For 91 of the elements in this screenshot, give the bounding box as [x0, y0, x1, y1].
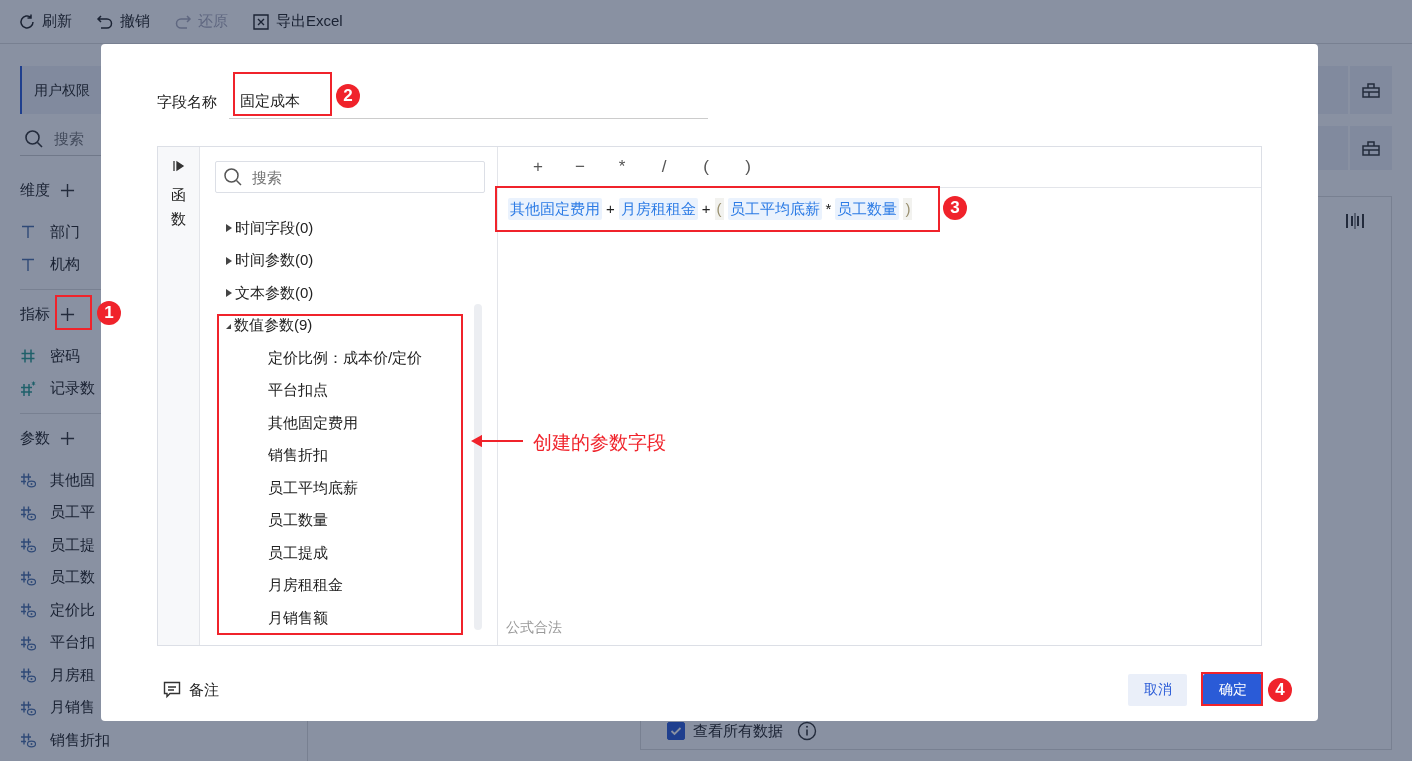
- checkbox-label: 查看所有数据: [693, 721, 783, 741]
- expand-icon[interactable]: [171, 159, 186, 173]
- bars-icon[interactable]: [1345, 211, 1365, 231]
- hash-eye-icon: [20, 537, 36, 554]
- add-icon[interactable]: [60, 182, 75, 198]
- info-icon[interactable]: [797, 721, 817, 741]
- field-item[interactable]: 员工提: [50, 535, 95, 555]
- search-icon: [223, 167, 243, 187]
- comment-icon: [163, 681, 181, 699]
- formula-status: 公式合法: [505, 619, 563, 637]
- field-item[interactable]: 其他固: [50, 470, 95, 490]
- operator-button[interactable]: (: [694, 157, 718, 177]
- text-type-icon: [20, 224, 36, 241]
- add-icon[interactable]: [60, 306, 75, 322]
- highlight-frame: [55, 295, 92, 330]
- tree-item[interactable]: 月房租租金: [215, 569, 497, 602]
- note-button[interactable]: 备注: [163, 680, 219, 700]
- formula-field-token: 员工数量: [835, 198, 900, 220]
- hash-eye-icon: [20, 732, 36, 749]
- undo-icon: [96, 12, 114, 31]
- toolbar-button[interactable]: 撤销: [96, 12, 150, 31]
- field-item[interactable]: 记录数: [50, 379, 95, 399]
- tree-node[interactable]: 文本参数(0): [215, 277, 497, 310]
- tree-node[interactable]: 数值参数(9): [215, 309, 497, 342]
- redo-icon: [174, 12, 192, 31]
- tree-item[interactable]: 定价比例：成本价/定价: [215, 342, 497, 375]
- field-item[interactable]: 员工数: [50, 568, 95, 588]
- hash-eye-icon: [20, 504, 36, 521]
- field-item[interactable]: 定价比: [50, 600, 95, 620]
- toolbar-button[interactable]: 刷新: [18, 12, 72, 31]
- scrollbar[interactable]: [474, 304, 482, 630]
- tree-item[interactable]: 员工平均底薪: [215, 472, 497, 505]
- hash-eye-icon: [20, 569, 36, 586]
- tree-item[interactable]: 其他固定费用: [215, 407, 497, 440]
- operator-button[interactable]: +: [526, 157, 550, 177]
- callout-text: 创建的参数字段: [533, 431, 666, 455]
- toolbox-button[interactable]: [1350, 126, 1392, 170]
- operator-button[interactable]: −: [568, 157, 592, 177]
- field-item[interactable]: 月销售: [50, 698, 95, 718]
- add-icon[interactable]: [60, 430, 75, 446]
- hash-star-icon: [20, 380, 36, 397]
- field-label: 字段名称: [157, 92, 217, 112]
- formula-field-token: 其他固定费用: [508, 198, 602, 220]
- text-type-icon: [20, 256, 36, 273]
- highlight-frame: [1201, 672, 1263, 706]
- tree-item[interactable]: 销售折扣: [215, 439, 497, 472]
- section-title: 维度: [20, 180, 50, 200]
- field-item[interactable]: 月房租: [50, 665, 95, 685]
- hash-eye-icon: [20, 667, 36, 684]
- hash-eye-icon: [20, 699, 36, 716]
- formula-paren: (: [714, 198, 724, 220]
- field-item[interactable]: 机构: [50, 255, 80, 275]
- cancel-button[interactable]: 取消: [1128, 674, 1187, 706]
- tree-node[interactable]: 时间参数(0): [215, 244, 497, 277]
- tree-item[interactable]: 员工数量: [215, 504, 497, 537]
- formula-paren: ): [903, 198, 913, 220]
- operator-button[interactable]: *: [610, 157, 634, 177]
- formula-operator: +: [701, 199, 711, 219]
- formula-field-token: 员工平均底薪: [727, 198, 822, 220]
- field-item[interactable]: 销售折扣: [50, 730, 110, 750]
- hash-icon: [20, 348, 36, 365]
- confirm-button[interactable]: 确定: [1203, 674, 1262, 706]
- hash-eye-icon: [20, 634, 36, 651]
- formula-field-token: 月房租租金: [618, 198, 698, 220]
- tree-item[interactable]: 员工提成: [215, 537, 497, 570]
- hash-eye-icon: [20, 472, 36, 489]
- toolbox-button[interactable]: [1350, 66, 1392, 114]
- section-title: 参数: [20, 428, 50, 448]
- toolbox-icon: [1361, 138, 1381, 158]
- field-item[interactable]: 员工平: [50, 503, 95, 523]
- field-item[interactable]: 平台扣: [50, 633, 95, 653]
- functions-tab[interactable]: 函数: [171, 183, 186, 231]
- section-title: 指标: [20, 304, 50, 324]
- formula-operator: *: [825, 199, 832, 219]
- formula-operator: +: [606, 199, 615, 219]
- search-field[interactable]: 搜索: [215, 161, 485, 193]
- tree-node[interactable]: 时间字段(0): [215, 212, 497, 245]
- operator-button[interactable]: ): [736, 157, 760, 177]
- toolbar-button[interactable]: 导出Excel: [252, 12, 343, 31]
- field-item[interactable]: 部门: [50, 222, 80, 242]
- checkbox[interactable]: [667, 722, 685, 740]
- tree-item[interactable]: 平台扣点: [215, 374, 497, 407]
- callout-arrow: [471, 435, 525, 447]
- search-icon: [24, 129, 44, 149]
- spreadsheet-export-icon: [252, 12, 270, 31]
- field-item[interactable]: 密码: [50, 346, 80, 366]
- hash-eye-icon: [20, 602, 36, 619]
- refresh-icon: [18, 12, 36, 31]
- toolbox-icon: [1361, 80, 1381, 100]
- operator-button[interactable]: /: [652, 157, 676, 177]
- step-number: 1: [97, 301, 121, 325]
